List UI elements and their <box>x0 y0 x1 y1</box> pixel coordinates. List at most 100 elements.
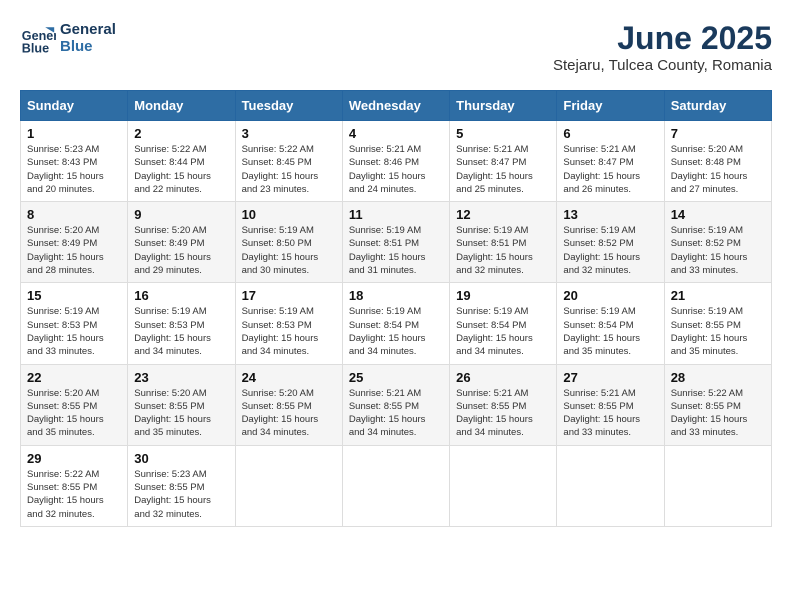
calendar-cell: 21 Sunrise: 5:19 AMSunset: 8:55 PMDayligh… <box>664 283 771 364</box>
cell-info: Sunrise: 5:19 AMSunset: 8:53 PMDaylight:… <box>27 305 121 358</box>
cell-info: Sunrise: 5:21 AMSunset: 8:47 PMDaylight:… <box>563 143 657 196</box>
col-header-sunday: Sunday <box>21 91 128 121</box>
page-title: June 2025 <box>553 20 772 57</box>
calendar-cell: 12 Sunrise: 5:19 AMSunset: 8:51 PMDayligh… <box>450 202 557 283</box>
cell-info: Sunrise: 5:20 AMSunset: 8:49 PMDaylight:… <box>27 224 121 277</box>
cell-info: Sunrise: 5:19 AMSunset: 8:54 PMDaylight:… <box>563 305 657 358</box>
day-number: 28 <box>671 370 765 385</box>
calendar-cell: 29Sunrise: 5:22 AMSunset: 8:55 PMDayligh… <box>21 445 128 526</box>
day-number: 6 <box>563 126 657 141</box>
calendar-cell: 9Sunrise: 5:20 AMSunset: 8:49 PMDaylight… <box>128 202 235 283</box>
calendar-table: SundayMondayTuesdayWednesdayThursdayFrid… <box>20 90 772 527</box>
day-number: 27 <box>563 370 657 385</box>
calendar-cell: 2Sunrise: 5:22 AMSunset: 8:44 PMDaylight… <box>128 121 235 202</box>
day-number: 4 <box>349 126 443 141</box>
cell-info: Sunrise: 5:19 AMSunset: 8:54 PMDaylight:… <box>456 305 550 358</box>
logo-line2: Blue <box>60 38 116 55</box>
calendar-cell: 7 Sunrise: 5:20 AMSunset: 8:48 PMDaylight… <box>664 121 771 202</box>
calendar-cell: 19 Sunrise: 5:19 AMSunset: 8:54 PMDayligh… <box>450 283 557 364</box>
day-number: 21 <box>671 288 765 303</box>
calendar-cell: 6 Sunrise: 5:21 AMSunset: 8:47 PMDaylight… <box>557 121 664 202</box>
cell-info: Sunrise: 5:19 AMSunset: 8:51 PMDaylight:… <box>349 224 443 277</box>
calendar-header-row: SundayMondayTuesdayWednesdayThursdayFrid… <box>21 91 772 121</box>
day-number: 24 <box>242 370 336 385</box>
calendar-cell: 8 Sunrise: 5:20 AMSunset: 8:49 PMDaylight… <box>21 202 128 283</box>
calendar-cell: 16 Sunrise: 5:19 AMSunset: 8:53 PMDayligh… <box>128 283 235 364</box>
calendar-week-row: 29Sunrise: 5:22 AMSunset: 8:55 PMDayligh… <box>21 445 772 526</box>
day-number: 23 <box>134 370 228 385</box>
cell-info: Sunrise: 5:21 AMSunset: 8:46 PMDaylight:… <box>349 143 443 196</box>
day-number: 12 <box>456 207 550 222</box>
col-header-tuesday: Tuesday <box>235 91 342 121</box>
day-number: 29 <box>27 451 121 466</box>
day-number: 15 <box>27 288 121 303</box>
cell-info: Sunrise: 5:19 AMSunset: 8:53 PMDaylight:… <box>242 305 336 358</box>
col-header-wednesday: Wednesday <box>342 91 449 121</box>
calendar-week-row: 15 Sunrise: 5:19 AMSunset: 8:53 PMDayligh… <box>21 283 772 364</box>
day-number: 14 <box>671 207 765 222</box>
calendar-cell: 23 Sunrise: 5:20 AMSunset: 8:55 PMDayligh… <box>128 364 235 445</box>
day-number: 11 <box>349 207 443 222</box>
cell-info: Sunrise: 5:19 AMSunset: 8:52 PMDaylight:… <box>671 224 765 277</box>
calendar-week-row: 8 Sunrise: 5:20 AMSunset: 8:49 PMDaylight… <box>21 202 772 283</box>
day-number: 20 <box>563 288 657 303</box>
day-number: 19 <box>456 288 550 303</box>
calendar-cell: 28 Sunrise: 5:22 AMSunset: 8:55 PMDayligh… <box>664 364 771 445</box>
day-number: 1 <box>27 126 121 141</box>
day-number: 7 <box>671 126 765 141</box>
calendar-cell: 17 Sunrise: 5:19 AMSunset: 8:53 PMDayligh… <box>235 283 342 364</box>
day-number: 3 <box>242 126 336 141</box>
calendar-cell: 11 Sunrise: 5:19 AMSunset: 8:51 PMDayligh… <box>342 202 449 283</box>
day-number: 22 <box>27 370 121 385</box>
logo: General Blue General Blue <box>20 20 116 56</box>
cell-info: Sunrise: 5:19 AMSunset: 8:52 PMDaylight:… <box>563 224 657 277</box>
calendar-week-row: 1Sunrise: 5:23 AMSunset: 8:43 PMDaylight… <box>21 121 772 202</box>
col-header-monday: Monday <box>128 91 235 121</box>
calendar-cell <box>235 445 342 526</box>
calendar-cell: 14 Sunrise: 5:19 AMSunset: 8:52 PMDayligh… <box>664 202 771 283</box>
cell-info: Sunrise: 5:19 AMSunset: 8:50 PMDaylight:… <box>242 224 336 277</box>
calendar-cell: 18Sunrise: 5:19 AMSunset: 8:54 PMDayligh… <box>342 283 449 364</box>
cell-info: Sunrise: 5:20 AMSunset: 8:55 PMDaylight:… <box>242 387 336 440</box>
day-number: 9 <box>134 207 228 222</box>
day-number: 25 <box>349 370 443 385</box>
day-number: 16 <box>134 288 228 303</box>
logo-icon: General Blue <box>20 20 56 56</box>
day-number: 30 <box>134 451 228 466</box>
day-number: 8 <box>27 207 121 222</box>
page-header: General Blue General Blue June 2025 Stej… <box>20 20 772 74</box>
cell-info: Sunrise: 5:19 AMSunset: 8:55 PMDaylight:… <box>671 305 765 358</box>
cell-info: Sunrise: 5:20 AMSunset: 8:48 PMDaylight:… <box>671 143 765 196</box>
calendar-cell: 20 Sunrise: 5:19 AMSunset: 8:54 PMDayligh… <box>557 283 664 364</box>
calendar-cell: 15 Sunrise: 5:19 AMSunset: 8:53 PMDayligh… <box>21 283 128 364</box>
day-number: 13 <box>563 207 657 222</box>
cell-info: Sunrise: 5:22 AMSunset: 8:55 PMDaylight:… <box>671 387 765 440</box>
calendar-cell <box>664 445 771 526</box>
calendar-cell <box>557 445 664 526</box>
page-subtitle: Stejaru, Tulcea County, Romania <box>553 57 772 74</box>
day-number: 18 <box>349 288 443 303</box>
day-number: 2 <box>134 126 228 141</box>
svg-text:Blue: Blue <box>22 41 49 55</box>
calendar-week-row: 22 Sunrise: 5:20 AMSunset: 8:55 PMDayligh… <box>21 364 772 445</box>
col-header-saturday: Saturday <box>664 91 771 121</box>
calendar-cell: 13 Sunrise: 5:19 AMSunset: 8:52 PMDayligh… <box>557 202 664 283</box>
day-number: 17 <box>242 288 336 303</box>
logo-line1: General <box>60 21 116 38</box>
cell-info: Sunrise: 5:20 AMSunset: 8:55 PMDaylight:… <box>134 387 228 440</box>
cell-info: Sunrise: 5:19 AMSunset: 8:53 PMDaylight:… <box>134 305 228 358</box>
cell-info: Sunrise: 5:19 AMSunset: 8:51 PMDaylight:… <box>456 224 550 277</box>
cell-info: Sunrise: 5:21 AMSunset: 8:47 PMDaylight:… <box>456 143 550 196</box>
col-header-thursday: Thursday <box>450 91 557 121</box>
calendar-cell: 1Sunrise: 5:23 AMSunset: 8:43 PMDaylight… <box>21 121 128 202</box>
calendar-cell: 10 Sunrise: 5:19 AMSunset: 8:50 PMDayligh… <box>235 202 342 283</box>
day-number: 10 <box>242 207 336 222</box>
calendar-cell: 27Sunrise: 5:21 AMSunset: 8:55 PMDayligh… <box>557 364 664 445</box>
calendar-cell <box>450 445 557 526</box>
calendar-cell: 30Sunrise: 5:23 AMSunset: 8:55 PMDayligh… <box>128 445 235 526</box>
calendar-cell: 25Sunrise: 5:21 AMSunset: 8:55 PMDayligh… <box>342 364 449 445</box>
cell-info: Sunrise: 5:22 AMSunset: 8:45 PMDaylight:… <box>242 143 336 196</box>
day-number: 5 <box>456 126 550 141</box>
cell-info: Sunrise: 5:21 AMSunset: 8:55 PMDaylight:… <box>456 387 550 440</box>
calendar-cell: 24 Sunrise: 5:20 AMSunset: 8:55 PMDayligh… <box>235 364 342 445</box>
